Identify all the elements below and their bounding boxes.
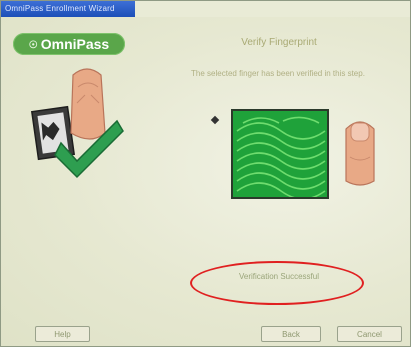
wizard-content: ☉ OmniPass Verify Fingerprint The selecte… <box>1 17 410 346</box>
help-button[interactable]: Help <box>35 326 90 342</box>
bullet-icon <box>210 115 220 125</box>
fingerprint-scan-icon <box>231 109 329 199</box>
title-bar: OmniPass Enrollment Wizard <box>1 1 135 17</box>
wizard-window: OmniPass Enrollment Wizard ☉ OmniPass Ver… <box>0 0 411 347</box>
finger-icon <box>345 121 375 186</box>
page-title: Verify Fingerprint <box>241 37 317 48</box>
result-highlight-ring <box>190 261 364 305</box>
fingerprint-logo-icon: ☉ <box>28 40 38 51</box>
logo-text: OmniPass <box>40 36 110 52</box>
instruction-text: The selected finger has been verified in… <box>191 69 365 78</box>
window-title: OmniPass Enrollment Wizard <box>5 4 115 13</box>
finger-check-icon <box>30 68 124 179</box>
back-button[interactable]: Back <box>261 326 321 342</box>
cancel-button[interactable]: Cancel <box>337 326 402 342</box>
omnipass-logo: ☉ OmniPass <box>13 33 125 55</box>
